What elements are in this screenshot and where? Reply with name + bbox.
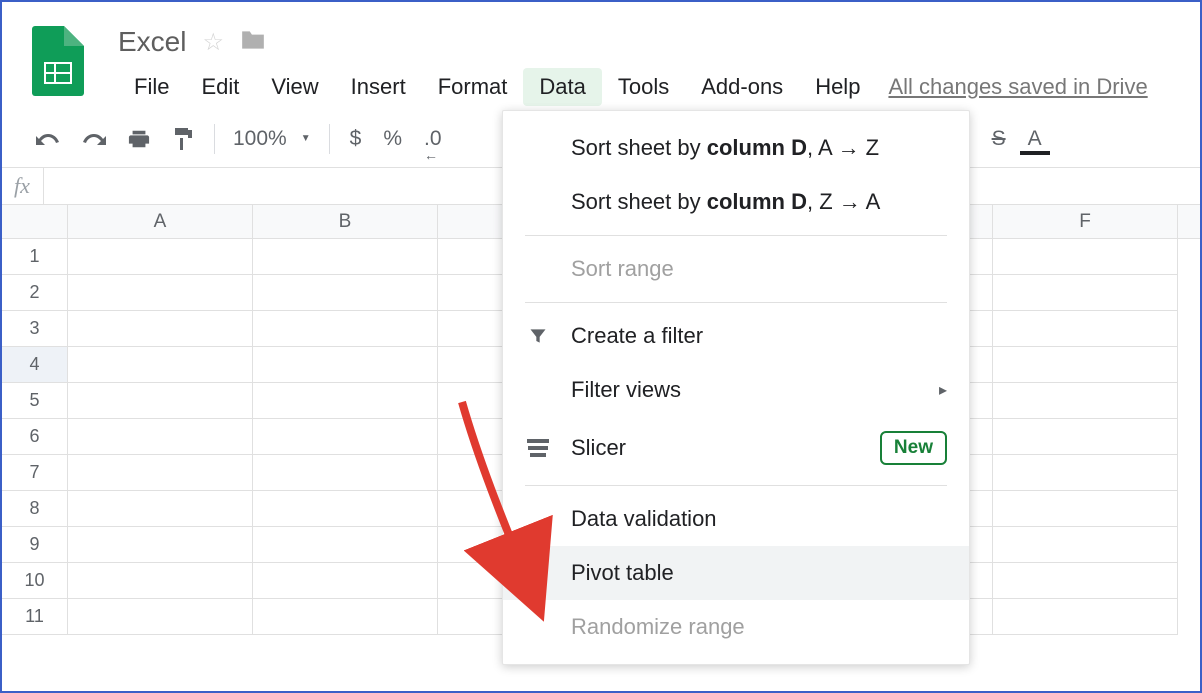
cell[interactable] — [253, 311, 438, 347]
create-filter-item[interactable]: Create a filter — [503, 309, 969, 363]
row-header[interactable]: 6 — [2, 419, 68, 455]
col-header[interactable]: F — [993, 205, 1178, 238]
cell[interactable] — [68, 419, 253, 455]
text-color-button[interactable]: A — [1018, 121, 1052, 157]
col-header[interactable]: A — [68, 205, 253, 238]
cell[interactable] — [253, 491, 438, 527]
menu-data[interactable]: Data — [523, 68, 601, 106]
row-header[interactable]: 9 — [2, 527, 68, 563]
cell[interactable] — [993, 491, 1178, 527]
data-menu-dropdown: Sort sheet by column D, A → Z Sort sheet… — [502, 110, 970, 665]
pivot-table-item[interactable]: Pivot table — [503, 546, 969, 600]
cell[interactable] — [253, 239, 438, 275]
paint-format-button[interactable] — [162, 121, 204, 157]
filter-views-item[interactable]: Filter views ▸ — [503, 363, 969, 417]
cell[interactable] — [993, 275, 1178, 311]
cell[interactable] — [68, 527, 253, 563]
cell[interactable] — [993, 383, 1178, 419]
cell[interactable] — [68, 455, 253, 491]
cell[interactable] — [993, 527, 1178, 563]
select-all-corner[interactable] — [2, 205, 68, 238]
cell[interactable] — [68, 491, 253, 527]
cell[interactable] — [68, 383, 253, 419]
row-header[interactable]: 8 — [2, 491, 68, 527]
menu-format[interactable]: Format — [422, 68, 524, 106]
cell[interactable] — [993, 239, 1178, 275]
sheets-logo — [32, 26, 88, 98]
menu-help[interactable]: Help — [799, 68, 876, 106]
row-header[interactable]: 4 — [2, 347, 68, 383]
cell[interactable] — [253, 527, 438, 563]
save-status[interactable]: All changes saved in Drive — [888, 68, 1147, 106]
menu-file[interactable]: File — [118, 68, 185, 106]
new-badge: New — [880, 431, 947, 465]
menu-addons[interactable]: Add-ons — [685, 68, 799, 106]
toolbar-divider — [214, 124, 215, 154]
cell[interactable] — [993, 563, 1178, 599]
row-header[interactable]: 2 — [2, 275, 68, 311]
folder-icon[interactable] — [240, 27, 266, 58]
cell[interactable] — [68, 239, 253, 275]
row-header[interactable]: 3 — [2, 311, 68, 347]
cell[interactable] — [68, 275, 253, 311]
undo-button[interactable] — [26, 124, 70, 154]
cell[interactable] — [68, 563, 253, 599]
cell[interactable] — [253, 563, 438, 599]
cell[interactable] — [68, 599, 253, 635]
strike-button[interactable]: S — [982, 121, 1016, 157]
slicer-item[interactable]: Slicer New — [503, 417, 969, 479]
percent-button[interactable]: % — [373, 121, 412, 157]
row-header[interactable]: 1 — [2, 239, 68, 275]
menu-view[interactable]: View — [255, 68, 334, 106]
menu-tools[interactable]: Tools — [602, 68, 685, 106]
randomize-range-item[interactable]: Randomize range — [503, 600, 969, 654]
cell[interactable] — [993, 347, 1178, 383]
filter-icon — [525, 326, 551, 346]
doc-title[interactable]: Excel — [118, 26, 186, 58]
cell[interactable] — [68, 311, 253, 347]
cell[interactable] — [993, 455, 1178, 491]
app-header: Excel ☆ File Edit View Insert Format Dat… — [2, 2, 1200, 106]
cell[interactable] — [68, 347, 253, 383]
row-header[interactable]: 7 — [2, 455, 68, 491]
row-header[interactable]: 5 — [2, 383, 68, 419]
data-validation-item[interactable]: Data validation — [503, 492, 969, 546]
fx-label: fx — [14, 173, 37, 199]
sort-za-item[interactable]: Sort sheet by column D, Z → A — [503, 175, 969, 229]
decrease-decimal-button[interactable]: .0← — [414, 121, 452, 157]
submenu-arrow-icon: ▸ — [939, 380, 947, 400]
cell[interactable] — [993, 311, 1178, 347]
star-icon[interactable]: ☆ — [202, 28, 224, 57]
menu-insert[interactable]: Insert — [335, 68, 422, 106]
redo-button[interactable] — [72, 124, 116, 154]
col-header[interactable]: B — [253, 205, 438, 238]
zoom-value: 100% — [233, 127, 287, 151]
chevron-down-icon: ▼ — [301, 133, 311, 144]
toolbar-divider — [329, 124, 330, 154]
row-header[interactable]: 10 — [2, 563, 68, 599]
menu-edit[interactable]: Edit — [185, 68, 255, 106]
cell[interactable] — [253, 419, 438, 455]
slicer-icon — [525, 439, 551, 457]
cell[interactable] — [993, 419, 1178, 455]
cell[interactable] — [253, 455, 438, 491]
currency-button[interactable]: $ — [340, 121, 372, 157]
cell[interactable] — [253, 383, 438, 419]
print-button[interactable] — [118, 122, 160, 156]
sort-az-item[interactable]: Sort sheet by column D, A → Z — [503, 121, 969, 175]
sort-range-item[interactable]: Sort range — [503, 242, 969, 296]
cell[interactable] — [993, 599, 1178, 635]
cell[interactable] — [253, 275, 438, 311]
row-header[interactable]: 11 — [2, 599, 68, 635]
menubar: File Edit View Insert Format Data Tools … — [118, 68, 1180, 106]
zoom-select[interactable]: 100% ▼ — [225, 127, 319, 151]
cell[interactable] — [253, 347, 438, 383]
cell[interactable] — [253, 599, 438, 635]
